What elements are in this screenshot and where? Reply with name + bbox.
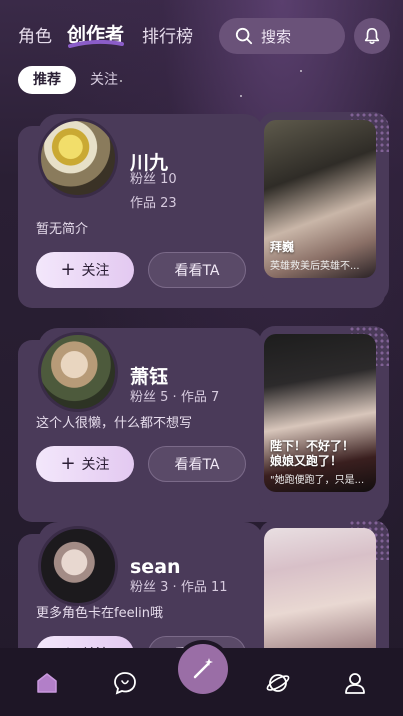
role-title: 陛下！不好了！ 娘娘又跑了！ [270, 438, 355, 469]
role-card[interactable]: 拜巍 英雄救美后英雄不... [264, 120, 376, 278]
creator-followers: 粉丝 10 [130, 172, 177, 187]
stats-separator: · [172, 390, 181, 405]
follow-button[interactable]: + 关注 [36, 446, 134, 482]
follow-label: 关注 [81, 457, 110, 473]
create-button[interactable] [174, 640, 232, 698]
star [300, 70, 302, 72]
notification-button[interactable] [354, 18, 390, 54]
star [120, 80, 122, 82]
creator-card[interactable]: 萧钰 粉丝 5 · 作品 7 这个人很懒，什么都不想写 + 关注 看看TA 陛下… [18, 326, 389, 522]
creator-works: 作品 23 [130, 196, 177, 211]
magic-wand-icon [193, 658, 213, 679]
top-nav: 角色 创作者 排行榜 搜索 [0, 0, 403, 70]
search-label: 搜索 [261, 27, 292, 46]
creator-name: 萧钰 [130, 366, 169, 388]
plus-icon: + [60, 453, 76, 474]
plus-icon: + [60, 259, 76, 280]
search-icon [235, 27, 253, 45]
tab-roles[interactable]: 角色 [18, 22, 52, 47]
subtab-recommended[interactable]: 推荐 [18, 66, 76, 94]
home-icon[interactable] [34, 670, 60, 696]
bell-icon [364, 27, 380, 45]
role-description: 英雄救美后英雄不... [270, 261, 360, 272]
view-profile-button[interactable]: 看看TA [148, 446, 246, 482]
creator-bio: 这个人很懒，什么都不想写 [36, 416, 193, 431]
role-description: "她跑便跑了，只是... [270, 475, 365, 486]
stats-separator: · [172, 580, 181, 595]
creator-card[interactable]: 川九 粉丝 10 作品 23 暂无简介 + 关注 看看TA 拜巍 英雄救美后英雄… [18, 112, 389, 308]
creator-works: 作品 11 [180, 580, 228, 595]
follow-label: 关注 [81, 263, 110, 279]
role-title: 拜巍 [270, 240, 295, 255]
tab-active-underline [68, 40, 124, 48]
creator-followers: 粉丝 3 [130, 580, 169, 595]
search-button[interactable]: 搜索 [219, 18, 345, 54]
chat-icon[interactable] [112, 670, 138, 696]
view-profile-button[interactable]: 看看TA [148, 252, 246, 288]
creator-name: sean [130, 556, 181, 578]
creator-bio: 更多角色卡在feelin哦 [36, 606, 164, 621]
creator-stats: 粉丝 5 · 作品 7 [130, 386, 219, 405]
star [240, 95, 242, 97]
creator-followers: 粉丝 5 [130, 390, 169, 405]
subtab-following[interactable]: 关注 [90, 66, 118, 94]
follow-button[interactable]: + 关注 [36, 252, 134, 288]
planet-icon[interactable] [265, 670, 291, 696]
profile-icon[interactable] [342, 670, 368, 696]
avatar[interactable] [38, 332, 118, 412]
avatar[interactable] [38, 526, 118, 606]
creator-stats: 粉丝 3 · 作品 11 [130, 576, 228, 595]
creator-works: 作品 7 [180, 390, 220, 405]
role-card[interactable]: 陛下！不好了！ 娘娘又跑了！ "她跑便跑了，只是... [264, 334, 376, 492]
avatar[interactable] [38, 118, 118, 198]
tab-ranking[interactable]: 排行榜 [142, 22, 193, 47]
creator-bio: 暂无简介 [36, 222, 89, 237]
